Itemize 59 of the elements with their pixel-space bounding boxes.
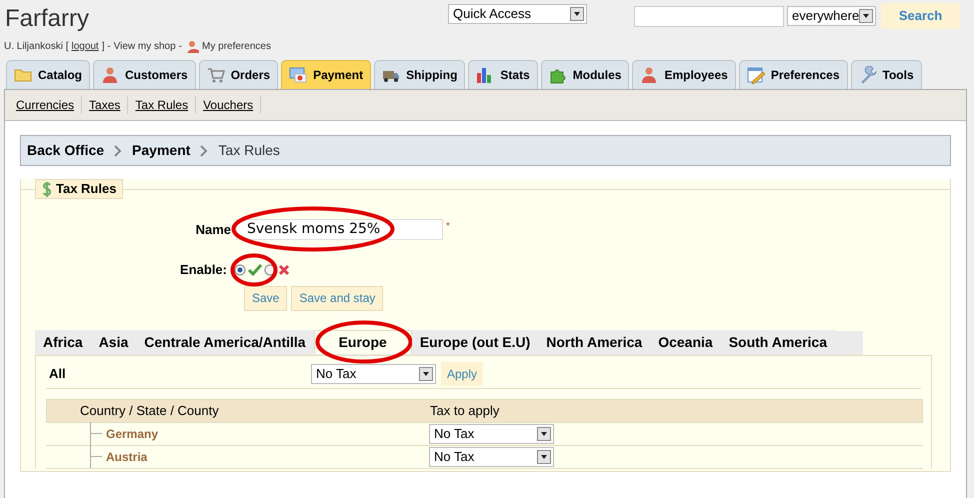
form-legend: Tax Rules (35, 179, 124, 199)
nav-tab[interactable]: Customers (93, 60, 196, 89)
required-mark: * (446, 220, 450, 234)
nav-tab[interactable]: Shipping (374, 60, 466, 89)
subtab-link[interactable]: Vouchers (195, 96, 262, 114)
nav-tab[interactable]: Preferences (738, 60, 848, 89)
nav-tab[interactable]: Payment (281, 60, 372, 89)
enable-label: Enable: (179, 261, 227, 279)
subtab-link[interactable]: Currencies (9, 96, 82, 114)
person-icon (101, 66, 120, 84)
breadcrumb-item[interactable]: Payment (132, 140, 190, 161)
separator-text: ] - (102, 40, 111, 54)
checkmark-icon (248, 264, 262, 276)
apply-button[interactable]: Apply (441, 362, 484, 386)
form-button[interactable]: Save and stay (291, 286, 384, 310)
view-shop-link[interactable]: View my shop (114, 38, 176, 54)
nav-tab[interactable]: Catalog (6, 60, 90, 89)
column-header: Tax to apply (430, 402, 500, 420)
search-scope-select[interactable]: everywhere (787, 6, 876, 26)
tree-line-icon (90, 422, 102, 445)
card-icon (289, 66, 308, 84)
name-label: Name (194, 220, 232, 239)
quick-access-select[interactable]: Quick Access (448, 4, 587, 24)
search-button[interactable]: Search (881, 3, 960, 29)
preferences-link[interactable]: My preferences (185, 38, 271, 54)
nav-tab[interactable]: Orders (198, 60, 278, 89)
notepad-pencil-icon (746, 66, 765, 84)
nav-tab[interactable]: Stats (468, 60, 538, 89)
country-name[interactable]: Austria (106, 448, 148, 466)
form-button[interactable]: Save (244, 286, 288, 310)
chevron-right-icon (200, 144, 208, 156)
dollar-icon (42, 181, 52, 197)
breadcrumb-item[interactable]: Back Office (27, 140, 104, 161)
search-field[interactable] (634, 6, 784, 26)
subtab-link[interactable]: Taxes (81, 96, 128, 114)
logout-link[interactable]: logout (71, 38, 99, 54)
subtab-link[interactable]: Tax Rules (127, 96, 196, 114)
separator-text: - (178, 40, 182, 54)
shop-name: Farfarry (4, 4, 90, 34)
column-header: Country / State / County (79, 402, 220, 420)
all-label: All (48, 364, 67, 383)
chevron-right-icon (114, 144, 122, 156)
breadcrumb-item: Tax Rules (218, 141, 280, 160)
name-field[interactable]: Svensk moms 25% (236, 219, 443, 240)
nav-tab[interactable]: Modules (540, 60, 630, 89)
user-name: U. Liljankoski [ (4, 40, 68, 54)
tax-select[interactable]: No Tax (311, 364, 436, 384)
country-name[interactable]: Germany (106, 424, 158, 442)
tax-select[interactable]: No Tax (429, 424, 554, 444)
person-icon (640, 66, 658, 84)
nav-tab[interactable]: Tools (850, 60, 922, 89)
nav-tab[interactable]: Employees (632, 60, 736, 89)
cart-icon (206, 66, 225, 84)
radio-selected[interactable] (234, 264, 246, 276)
person-icon (185, 39, 200, 53)
cross-icon (278, 264, 290, 276)
tax-select[interactable]: No Tax (429, 446, 554, 466)
wrench-icon (858, 66, 877, 84)
tree-line-icon (90, 445, 102, 468)
